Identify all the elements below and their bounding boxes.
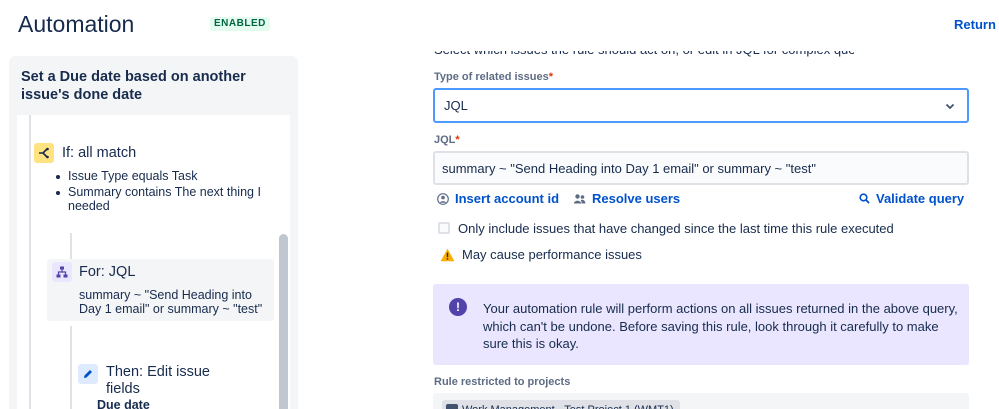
chevron-down-icon xyxy=(945,103,955,110)
scrollbar[interactable] xyxy=(279,234,288,409)
jql-label: JQL* xyxy=(434,134,460,146)
condition-item: Summary contains The next thing I needed xyxy=(53,185,268,214)
jql-input[interactable]: summary ~ "Send Heading into Day 1 email… xyxy=(433,151,969,185)
form-description: Select which issues the rule should act … xyxy=(434,42,854,57)
condition-list: Issue Type equals Task Summary contains … xyxy=(53,169,268,215)
related-type-select[interactable]: JQL xyxy=(433,88,969,123)
insert-account-button[interactable]: Insert account id xyxy=(437,191,559,206)
search-icon xyxy=(859,193,870,204)
action-title: Then: Edit issue fields xyxy=(106,364,210,397)
status-badge: ENABLED xyxy=(210,17,270,31)
rule-name: Set a Due date based on another issue's … xyxy=(21,69,246,103)
branch-title: For: JQL xyxy=(79,264,136,280)
resolve-users-button[interactable]: Resolve users xyxy=(573,191,680,206)
timeline-line xyxy=(29,115,31,409)
people-icon xyxy=(573,193,586,203)
only-changed-checkbox[interactable] xyxy=(438,222,450,234)
action-description: Due date xyxy=(97,398,150,409)
related-type-value: JQL xyxy=(444,98,468,113)
jql-value: summary ~ "Send Heading into Day 1 email… xyxy=(442,161,816,176)
restricted-projects-field[interactable]: Work Management - Test Project 1 (WMT1) xyxy=(433,393,969,409)
info-message: ! Your automation rule will perform acti… xyxy=(433,284,969,365)
timeline-line xyxy=(70,326,72,409)
hierarchy-icon xyxy=(52,262,72,282)
pencil-icon xyxy=(78,364,98,384)
user-circle-icon xyxy=(437,192,449,205)
return-link[interactable]: Return t xyxy=(954,17,999,32)
warning-icon xyxy=(440,248,455,261)
branch-jql: summary ~ "Send Heading into Day 1 email… xyxy=(79,288,263,316)
info-text: Your automation rule will perform action… xyxy=(483,301,958,351)
branch-component[interactable]: For: JQL summary ~ "Send Heading into Da… xyxy=(47,259,274,321)
only-changed-label[interactable]: Only include issues that have changed si… xyxy=(458,221,894,236)
related-type-label: Type of related issues* xyxy=(434,71,554,83)
rule-panel: Set a Due date based on another issue's … xyxy=(9,56,298,409)
condition-item: Issue Type equals Task xyxy=(53,169,268,184)
restricted-projects-label: Rule restricted to projects xyxy=(434,376,571,388)
condition-title: If: all match xyxy=(62,145,137,161)
warning-text: May cause performance issues xyxy=(462,247,642,262)
info-icon: ! xyxy=(449,298,467,316)
project-chip[interactable]: Work Management - Test Project 1 (WMT1) xyxy=(442,400,680,409)
validate-query-button[interactable]: Validate query xyxy=(859,191,964,206)
condition-branch-icon xyxy=(34,143,54,163)
page-title: Automation xyxy=(18,11,135,37)
performance-warning: May cause performance issues xyxy=(440,247,642,262)
